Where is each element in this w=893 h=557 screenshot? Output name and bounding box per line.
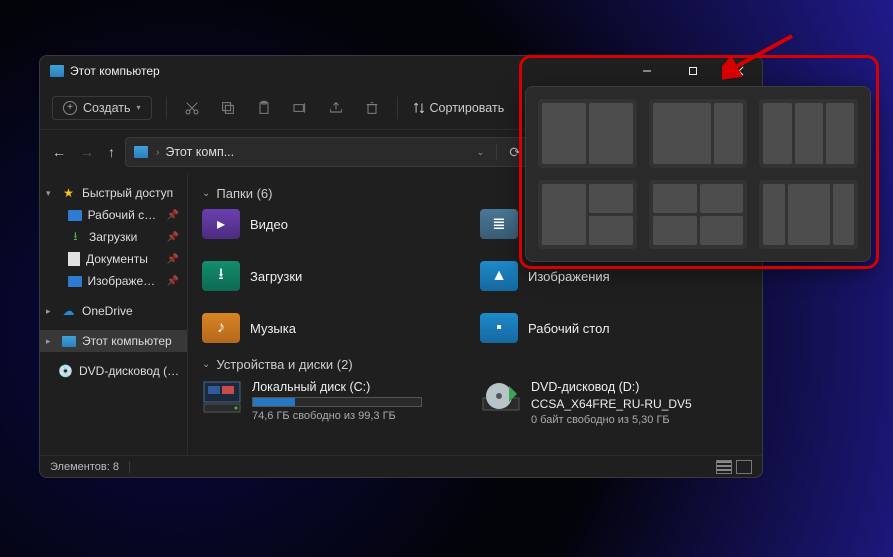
title-bar: Этот компьютер	[40, 56, 762, 86]
separator	[496, 144, 497, 160]
folder-music[interactable]: ♪ Музыка	[202, 313, 470, 343]
sort-button[interactable]: Сортировать	[412, 101, 505, 115]
plus-icon: +	[63, 101, 77, 115]
sidebar-item-desktop[interactable]: Рабочий стол 📌	[40, 204, 187, 226]
download-icon: ⭳	[68, 230, 83, 244]
dvd-drive-icon	[481, 380, 521, 414]
up-button[interactable]: ↑	[108, 144, 115, 160]
sidebar-item-onedrive[interactable]: ▸ ☁ OneDrive	[40, 300, 187, 322]
snap-layout-25-50-25[interactable]	[759, 180, 858, 249]
chevron-right-icon: ▸	[46, 306, 55, 317]
drive-c-usage-bar	[252, 397, 422, 407]
pin-icon: 📌	[167, 210, 179, 221]
folder-pictures[interactable]: ▲ Изображения	[480, 261, 748, 291]
sidebar-item-dvd[interactable]: 💿 DVD-дисковод (D:)	[40, 360, 187, 382]
drive-c[interactable]: Локальный диск (C:) 74,6 ГБ свободно из …	[202, 380, 469, 426]
drives-grid: Локальный диск (C:) 74,6 ГБ свободно из …	[202, 380, 748, 426]
disc-icon: 💿	[58, 364, 73, 378]
separator	[129, 461, 130, 473]
star-icon: ★	[61, 186, 76, 200]
copy-button[interactable]	[217, 97, 239, 119]
rename-button[interactable]	[289, 97, 311, 119]
chevron-right-icon: ▸	[46, 336, 55, 347]
sidebar-item-this-pc[interactable]: ▸ Этот компьютер	[40, 330, 187, 352]
address-bar[interactable]: › Этот комп... ⌄ ⟳	[125, 137, 530, 167]
close-button[interactable]	[716, 56, 762, 86]
tiles-view-button[interactable]	[736, 460, 752, 474]
pin-icon: 📌	[167, 276, 179, 287]
share-button[interactable]	[325, 97, 347, 119]
separator	[397, 97, 398, 119]
paste-button[interactable]	[253, 97, 275, 119]
navigation-pane: ▾ ★ Быстрый доступ Рабочий стол 📌 ⭳ Загр…	[40, 174, 188, 455]
status-bar: Элементов: 8	[40, 455, 762, 477]
group-header-devices[interactable]: ⌄ Устройства и диски (2)	[202, 357, 748, 372]
window-controls	[624, 56, 762, 86]
back-button[interactable]: ←	[52, 144, 66, 160]
cloud-icon: ☁	[61, 304, 76, 318]
snap-layout-50-50[interactable]	[538, 99, 637, 168]
separator	[166, 97, 167, 119]
drive-c-name: Локальный диск (C:)	[252, 380, 422, 394]
drive-d[interactable]: DVD-дисковод (D:) CCSA_X64FRE_RU-RU_DV5 …	[481, 380, 748, 426]
chevron-down-icon: ⌄	[202, 188, 210, 199]
sidebar-item-downloads[interactable]: ⭳ Загрузки 📌	[40, 226, 187, 248]
drive-d-volume-label: CCSA_X64FRE_RU-RU_DV5	[531, 397, 692, 411]
forward-button[interactable]: →	[80, 144, 94, 160]
cut-button[interactable]	[181, 97, 203, 119]
snap-layout-quarters[interactable]	[649, 180, 748, 249]
snap-layout-thirds[interactable]	[759, 99, 858, 168]
this-pc-icon	[134, 146, 148, 158]
refresh-button[interactable]: ⟳	[509, 144, 521, 161]
view-toggle	[716, 460, 752, 474]
this-pc-icon	[61, 334, 76, 348]
chevron-down-icon: ▾	[137, 103, 141, 112]
snap-layouts-flyout	[525, 86, 871, 262]
desktop-icon	[68, 210, 82, 221]
minimize-button[interactable]	[624, 56, 670, 86]
downloads-icon: ⭳	[202, 261, 240, 291]
maximize-button[interactable]	[670, 56, 716, 86]
pictures-icon	[68, 276, 82, 287]
drive-d-name: DVD-дисковод (D:)	[531, 380, 692, 394]
sort-label: Сортировать	[430, 101, 505, 115]
folder-downloads[interactable]: ⭳ Загрузки	[202, 261, 470, 291]
pictures-icon: ▲	[480, 261, 518, 291]
snap-layout-70-30[interactable]	[649, 99, 748, 168]
drive-d-free-text: 0 байт свободно из 5,30 ГБ	[531, 414, 692, 426]
snap-layout-50-quarters[interactable]	[538, 180, 637, 249]
details-view-button[interactable]	[716, 460, 732, 474]
chevron-down-icon[interactable]: ⌄	[477, 147, 485, 158]
chevron-down-icon: ⌄	[202, 359, 210, 370]
nav-arrows: ← → ↑	[52, 144, 115, 160]
drive-c-free-text: 74,6 ГБ свободно из 99,3 ГБ	[252, 410, 422, 422]
window-title: Этот компьютер	[70, 64, 624, 78]
desktop-icon: ▪	[480, 313, 518, 343]
chevron-down-icon: ▾	[46, 188, 55, 199]
pin-icon: 📌	[167, 232, 179, 243]
sidebar-item-pictures[interactable]: Изображения 📌	[40, 270, 187, 292]
sidebar-item-documents[interactable]: Документы 📌	[40, 248, 187, 270]
documents-icon: ≣	[480, 209, 518, 239]
delete-button[interactable]	[361, 97, 383, 119]
new-button[interactable]: + Создать ▾	[52, 96, 152, 120]
document-icon	[68, 252, 80, 266]
drive-d-info: DVD-дисковод (D:) CCSA_X64FRE_RU-RU_DV5 …	[531, 380, 692, 426]
sidebar-item-quick-access[interactable]: ▾ ★ Быстрый доступ	[40, 182, 187, 204]
breadcrumb[interactable]: › Этот комп...	[156, 145, 234, 159]
this-pc-icon	[50, 65, 64, 77]
hard-drive-icon	[202, 380, 242, 414]
pin-icon: 📌	[167, 254, 179, 265]
drive-c-info: Локальный диск (C:) 74,6 ГБ свободно из …	[252, 380, 422, 426]
music-icon: ♪	[202, 313, 240, 343]
new-button-label: Создать	[83, 101, 131, 115]
item-count: Элементов: 8	[50, 461, 119, 473]
folder-desktop[interactable]: ▪ Рабочий стол	[480, 313, 748, 343]
videos-icon: ▸	[202, 209, 240, 239]
folder-videos[interactable]: ▸ Видео	[202, 209, 470, 239]
